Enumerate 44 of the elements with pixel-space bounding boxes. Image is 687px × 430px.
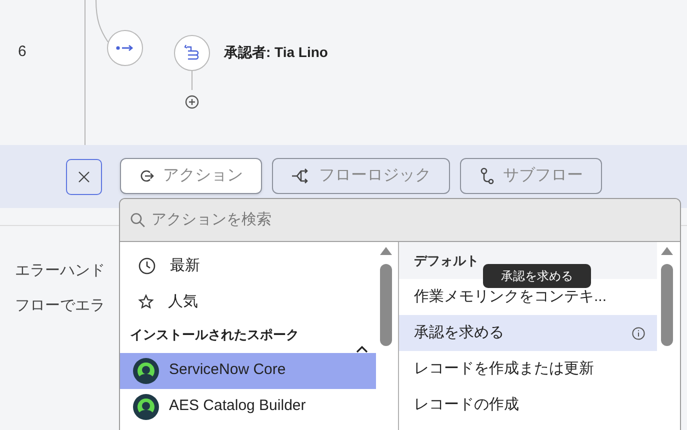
category-label: 最新 — [170, 256, 200, 276]
approval-icon — [184, 44, 200, 62]
scrollbar-thumb[interactable] — [661, 264, 673, 346]
close-icon — [78, 171, 90, 183]
line-number: 6 — [18, 42, 26, 62]
spoke-label: AES Catalog Builder — [169, 396, 306, 416]
star-icon — [138, 294, 154, 310]
close-button[interactable] — [66, 159, 102, 195]
exit-arrow-icon — [139, 168, 155, 184]
clock-icon — [138, 257, 156, 275]
category-item[interactable]: 最新 — [120, 248, 376, 284]
collapse-icon[interactable] — [356, 344, 368, 352]
scroll-up-icon[interactable] — [660, 246, 674, 256]
action-item[interactable]: レコードの作成 — [399, 387, 657, 423]
add-step-icon[interactable] — [185, 95, 199, 109]
scroll-up-icon[interactable] — [379, 246, 393, 256]
dot-arrow-icon — [116, 44, 134, 52]
spoke-item[interactable]: AES Catalog Builder — [120, 388, 376, 424]
step-label: 承認者: Tia Lino — [224, 43, 328, 62]
description-text: エラーハンド — [15, 261, 105, 281]
subflow-icon — [479, 167, 495, 185]
action-item[interactable]: 承認を求める — [399, 315, 657, 351]
flow-node[interactable] — [107, 30, 143, 66]
approval-step-node[interactable] — [174, 35, 210, 71]
spoke-item[interactable]: ServiceNow Core — [120, 352, 376, 388]
spoke-label: ServiceNow Core — [169, 360, 286, 380]
action-item[interactable]: レコードを作成または更新 — [399, 351, 657, 387]
category-label: 人気 — [168, 292, 198, 312]
section-heading: インストールされたスポーク — [130, 326, 300, 344]
search-field[interactable]: アクションを検索 — [120, 199, 680, 242]
tooltip: 承認を求める — [483, 264, 591, 288]
toolbar-tab[interactable]: アクション — [120, 158, 262, 194]
action-label: レコードの作成 — [414, 394, 519, 415]
search-input[interactable]: アクションを検索 — [151, 208, 670, 232]
category-item[interactable]: 人気 — [120, 284, 376, 320]
spoke-logo-icon — [133, 358, 159, 384]
spoke-logo-icon — [133, 394, 159, 420]
action-label: 承認を求める — [414, 322, 504, 343]
action-label: レコードを作成または更新 — [414, 358, 594, 379]
description-text: フローでエラ — [15, 296, 105, 316]
scrollbar-thumb[interactable] — [380, 264, 392, 346]
search-icon — [130, 212, 146, 228]
info-icon[interactable] — [632, 326, 645, 340]
action-label: 作業メモリンクをコンテキ... — [414, 286, 607, 307]
